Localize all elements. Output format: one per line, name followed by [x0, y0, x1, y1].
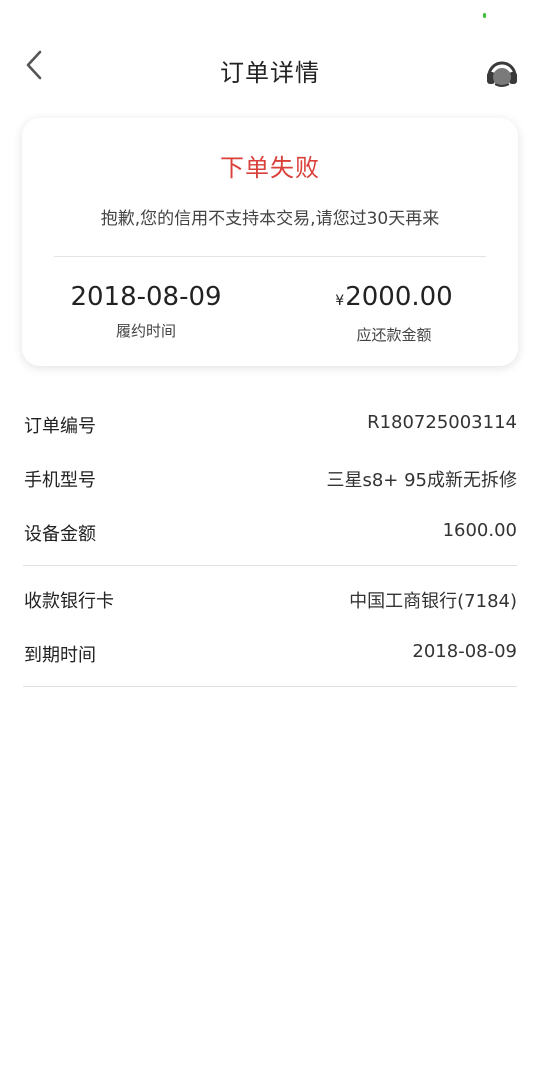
bank-card-value: 中国工商银行(7184): [349, 591, 517, 612]
bottom-divider: [23, 686, 517, 687]
device-amount-value: 1600.00: [442, 520, 517, 541]
order-number-label: 订单编号: [24, 416, 96, 437]
due-date-stat: 2018-08-09 履约时间: [22, 280, 270, 341]
expiry-value: 2018-08-09: [412, 641, 517, 662]
currency-symbol: ¥: [335, 293, 345, 309]
due-date-value: 2018-08-09: [70, 282, 222, 312]
page-title: 订单详情: [220, 59, 320, 87]
phone-model-value: 三星s8+ 95成新无拆修: [326, 470, 517, 491]
repayment-amount-value: 2000.00: [345, 282, 453, 312]
customer-service-button[interactable]: [484, 54, 520, 90]
order-status-title: 下单失败: [220, 154, 320, 182]
repayment-amount: ¥2000.00: [270, 280, 518, 318]
order-number-value: R180725003114: [367, 412, 517, 433]
detail-row-expiry: 到期时间 2018-08-09: [23, 626, 517, 680]
due-date-label: 履约时间: [115, 322, 176, 340]
detail-row-order-number: 订单编号 R180725003114: [23, 397, 517, 451]
card-divider: [54, 256, 486, 257]
order-detail-list: 订单编号 R180725003114 手机型号 三星s8+ 95成新无拆修 设备…: [23, 397, 517, 693]
header: 订单详情: [0, 40, 540, 98]
device-amount-label: 设备金额: [24, 524, 96, 545]
repayment-amount-label: 应还款金额: [356, 326, 432, 344]
expiry-label: 到期时间: [24, 645, 96, 666]
repayment-amount-stat: ¥2000.00 应还款金额: [270, 280, 518, 345]
bank-card-label: 收款银行卡: [24, 591, 114, 612]
detail-row-bank-card: 收款银行卡 中国工商银行(7184): [23, 572, 517, 626]
phone-model-label: 手机型号: [24, 470, 96, 491]
order-status-message: 抱歉,您的信用不支持本交易,请您过30天再来: [100, 209, 440, 229]
detail-row-phone-model: 手机型号 三星s8+ 95成新无拆修: [23, 451, 517, 505]
section-divider: [23, 565, 517, 566]
headset-icon: [487, 61, 517, 87]
detail-row-device-amount: 设备金额 1600.00: [23, 505, 517, 559]
status-indicator-dot: [483, 13, 486, 18]
order-result-card: 下单失败 抱歉,您的信用不支持本交易,请您过30天再来 2018-08-09 履…: [22, 118, 518, 366]
